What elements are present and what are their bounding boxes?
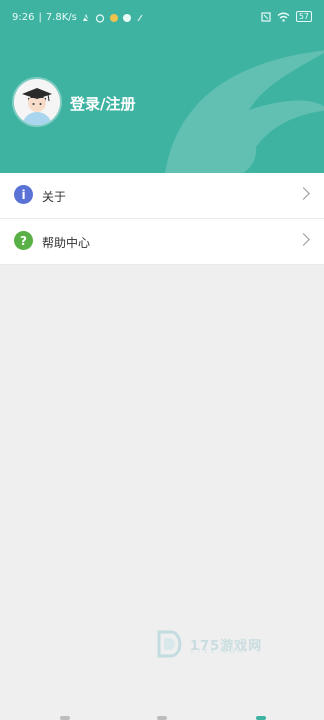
alarm-icon (95, 13, 105, 23)
chevron-right-icon (297, 187, 310, 200)
nav-tab-mine[interactable] (256, 716, 266, 720)
battery-icon: 57 (295, 11, 312, 22)
info-icon: i (14, 185, 33, 204)
login-register-link[interactable]: 登录/注册 (70, 93, 135, 114)
bottom-nav-bar (0, 712, 324, 720)
menu-item-help-center[interactable]: ? 帮助中心 (0, 219, 324, 265)
wifi-icon (277, 12, 290, 22)
menu-item-label: 帮助中心 (42, 236, 91, 250)
profile-header: 9:26 | 7.8K/s 57 登录/注册 (0, 0, 324, 173)
status-bar: 9:26 | 7.8K/s 57 (0, 0, 324, 40)
question-icon: ? (14, 231, 33, 250)
chevron-right-icon (297, 233, 310, 246)
notification-muted-icon (81, 12, 91, 23)
status-separator: | (38, 12, 42, 23)
nav-tab-middle[interactable] (157, 716, 167, 720)
battery-level: 57 (298, 12, 309, 21)
location-icon (135, 13, 145, 23)
status-time: 9:26 (12, 12, 35, 23)
menu-item-about[interactable]: i 关于 (0, 173, 324, 219)
watermark-subtext: 17YX.COM (190, 648, 246, 655)
graduate-avatar-icon (14, 79, 60, 125)
notification-dot-icon (122, 13, 131, 22)
sim-icon (261, 11, 271, 22)
nav-tab-home[interactable] (60, 716, 70, 720)
avatar[interactable] (14, 79, 60, 125)
brand-logo-watermark-icon (165, 50, 324, 173)
status-net-speed: 7.8K/s (45, 12, 77, 23)
menu-item-label: 关于 (42, 190, 67, 204)
app-notification-icon (109, 13, 119, 23)
watermark-logo-icon (157, 630, 182, 658)
site-watermark: 175游戏网 17YX.COM (156, 628, 262, 660)
settings-menu: i 关于 ? 帮助中心 (0, 173, 324, 265)
